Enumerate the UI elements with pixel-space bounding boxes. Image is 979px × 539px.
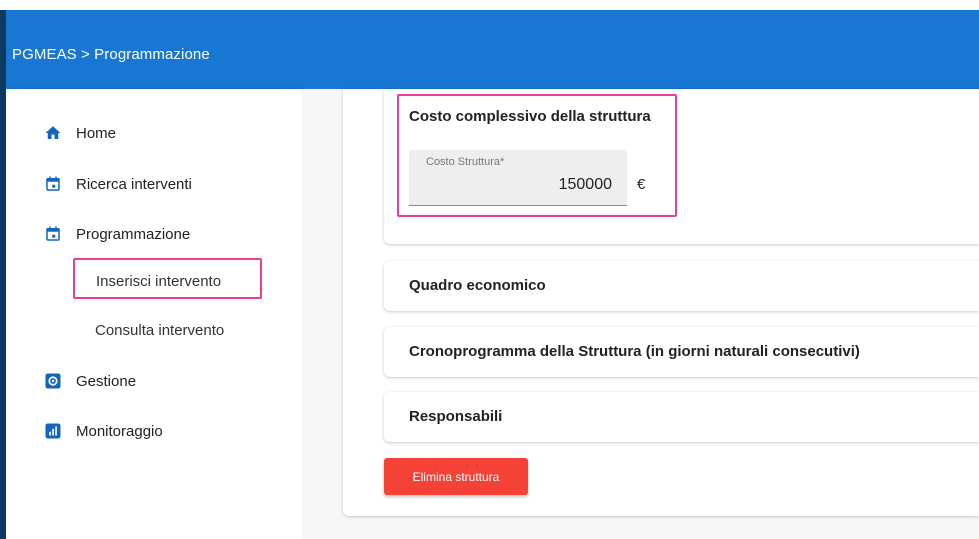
sidebar-item-programmazione[interactable]: Programmazione xyxy=(6,219,302,249)
delete-structure-button[interactable]: Elimina struttura xyxy=(384,458,528,495)
sidebar-item-label: Ricerca interventi xyxy=(76,175,192,193)
calendar-icon xyxy=(44,175,62,193)
sidebar-item-ricerca-interventi[interactable]: Ricerca interventi xyxy=(6,169,302,199)
sidebar-item-label: Programmazione xyxy=(76,225,191,243)
sidebar-item-label: Monitoraggio xyxy=(76,422,163,440)
sidebar-subitem-consulta-intervento[interactable]: Consulta intervento xyxy=(95,322,224,339)
app-header: PGMEAS > Programmazione xyxy=(0,10,979,89)
sidebar-item-home[interactable]: Home xyxy=(6,118,302,148)
accordion-title: Cronoprogramma della Struttura (in giorn… xyxy=(409,343,860,360)
cost-section-highlight xyxy=(397,94,677,217)
sidebar-item-gestione[interactable]: Gestione xyxy=(6,366,302,396)
active-menu-highlight xyxy=(73,258,262,299)
window-top-strip xyxy=(0,0,979,10)
accordion-responsabili[interactable]: Responsabili xyxy=(384,392,979,442)
calendar-icon xyxy=(44,225,62,243)
settings-icon xyxy=(44,372,62,390)
accordion-title: Responsabili xyxy=(409,408,503,425)
chart-icon xyxy=(44,422,62,440)
accordion-quadro-economico[interactable]: Quadro economico xyxy=(384,261,979,311)
sidebar-item-monitoraggio[interactable]: Monitoraggio xyxy=(6,416,302,446)
home-icon xyxy=(44,124,62,142)
accordion-title: Quadro economico xyxy=(409,277,546,294)
accordion-cronoprogramma[interactable]: Cronoprogramma della Struttura (in giorn… xyxy=(384,327,979,377)
sidebar-item-label: Gestione xyxy=(76,372,137,390)
sidebar: Home Ricerca interventi Programmazione I… xyxy=(6,89,302,539)
sidebar-item-label: Home xyxy=(76,124,117,142)
breadcrumb: PGMEAS > Programmazione xyxy=(12,46,210,63)
